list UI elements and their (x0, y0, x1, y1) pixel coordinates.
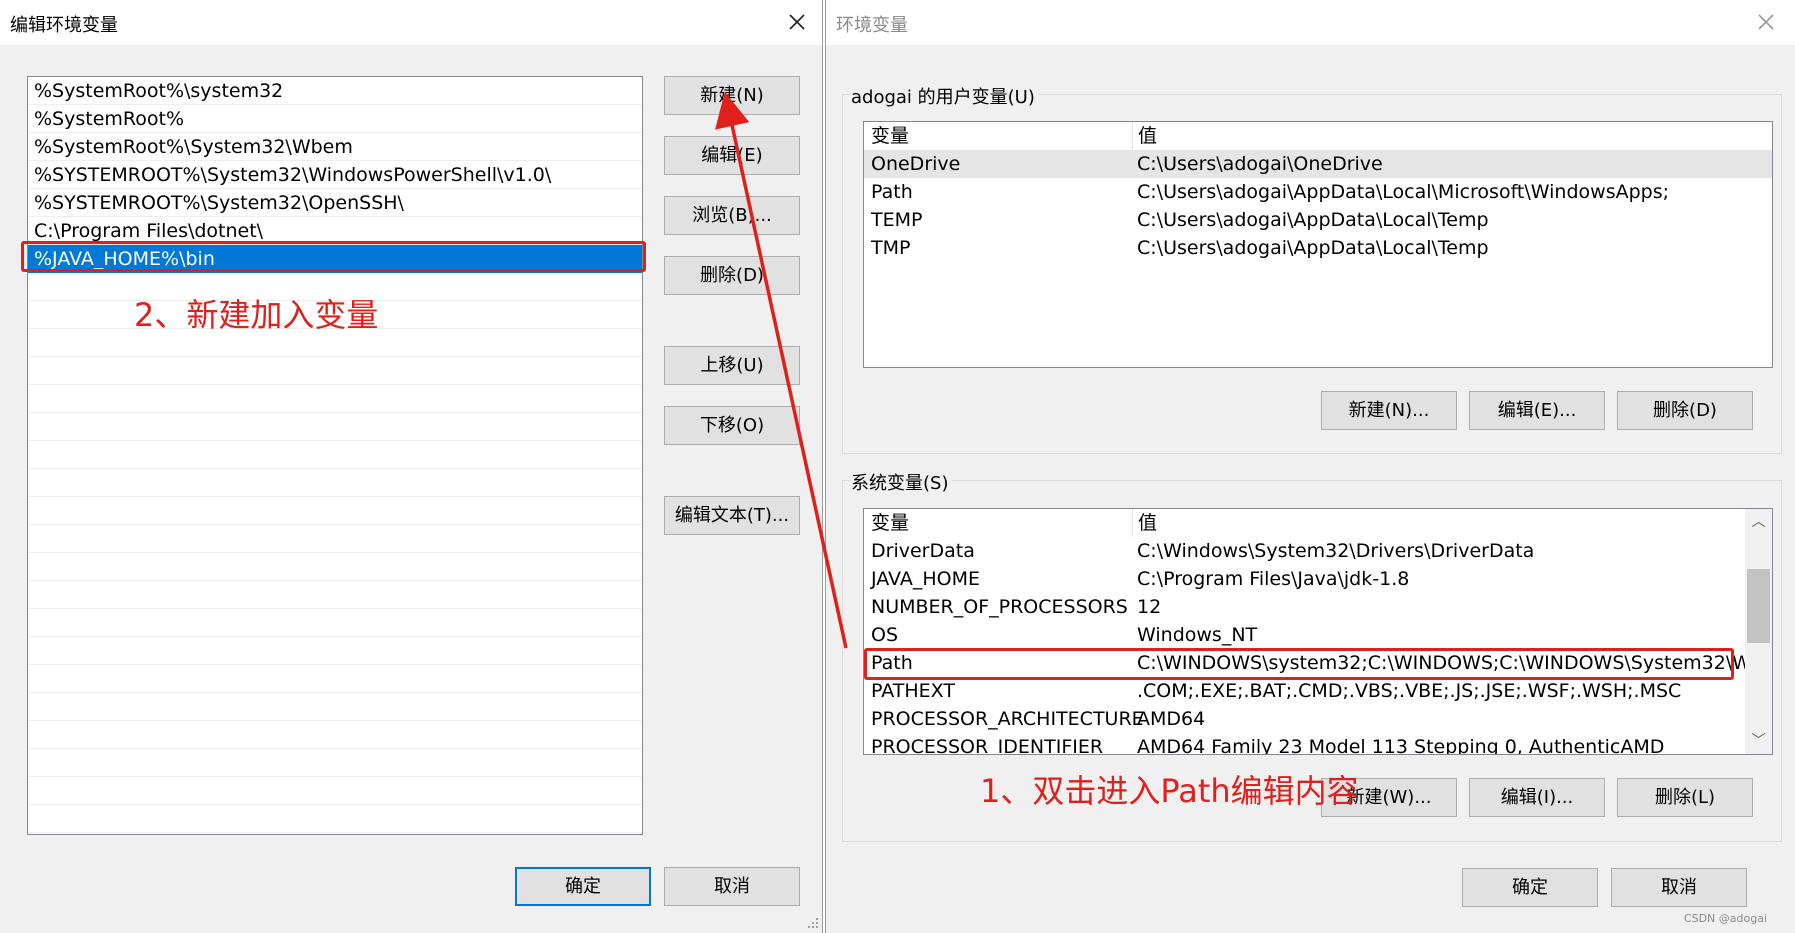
annotation-step1: 1、双击进入Path编辑内容 (980, 772, 1359, 810)
table-header: 变量 值 (864, 122, 1772, 150)
path-entry-list[interactable]: %SystemRoot%\system32 %SystemRoot% %System… (27, 76, 643, 835)
ok-button[interactable]: 确定 (1462, 868, 1598, 907)
list-item[interactable]: %SystemRoot%\System32\Wbem (28, 133, 642, 161)
system-vars-table[interactable]: 变量 值 DriverData C:\Windows\System32\Drive… (863, 508, 1773, 755)
var-value: AMD64 Family 23 Model 113 Stepping 0, Au… (1137, 736, 1665, 755)
empty-list-item[interactable] (28, 469, 642, 497)
edit-text-button[interactable]: 编辑文本(T)... (664, 496, 800, 535)
column-header-value: 值 (1132, 509, 1157, 537)
edit-env-var-dialog: 编辑环境变量 %SystemRoot%\system32 %SystemRoot%… (0, 0, 823, 933)
empty-list-item[interactable] (28, 693, 642, 721)
column-header-value: 值 (1132, 122, 1157, 150)
var-name: NUMBER_OF_PROCESSORS (871, 596, 1128, 618)
var-name: JAVA_HOME (871, 568, 980, 590)
edit-button[interactable]: 编辑(E) (664, 136, 800, 175)
system-vars-label: 系统变量(S) (851, 469, 953, 495)
empty-list-item[interactable] (28, 525, 642, 553)
close-icon[interactable] (1749, 6, 1783, 38)
var-value: C:\Users\adogai\AppData\Local\Temp (1137, 209, 1489, 231)
dialog-title: 编辑环境变量 (10, 15, 118, 36)
table-row[interactable]: OneDrive C:\Users\adogai\OneDrive (864, 150, 1772, 178)
highlight-java-home-entry (21, 241, 646, 272)
empty-list-item[interactable] (28, 665, 642, 693)
var-value: C:\Users\adogai\AppData\Local\Temp (1137, 237, 1489, 259)
var-value: .COM;.EXE;.BAT;.CMD;.VBS;.VBE;.JS;.JSE;.… (1137, 680, 1682, 702)
empty-list-item[interactable] (28, 413, 642, 441)
empty-list-item[interactable] (28, 385, 642, 413)
user-delete-button[interactable]: 删除(D) (1617, 391, 1753, 430)
user-vars-label: adogai 的用户变量(U) (851, 83, 1039, 109)
table-row[interactable]: Path C:\Users\adogai\AppData\Local\Micros… (864, 178, 1772, 206)
system-delete-button[interactable]: 删除(L) (1617, 778, 1753, 817)
empty-list-item[interactable] (28, 637, 642, 665)
var-value: C:\Users\adogai\AppData\Local\Microsoft\… (1137, 181, 1670, 203)
list-item[interactable]: %SYSTEMROOT%\System32\WindowsPowerShell\… (28, 161, 642, 189)
var-value: C:\Windows\System32\Drivers\DriverData (1137, 540, 1535, 562)
var-name: TEMP (871, 209, 923, 231)
delete-button[interactable]: 删除(D) (664, 256, 800, 295)
move-down-button[interactable]: 下移(O) (664, 406, 800, 445)
chevron-up-icon[interactable]: ︿ (1745, 509, 1772, 535)
list-item[interactable]: %SYSTEMROOT%\System32\OpenSSH\ (28, 189, 642, 217)
empty-list-item[interactable] (28, 581, 642, 609)
list-item[interactable]: %SystemRoot% (28, 105, 642, 133)
system-edit-button[interactable]: 编辑(I)... (1469, 778, 1605, 817)
empty-list-item[interactable] (28, 805, 642, 833)
table-row[interactable]: TMP C:\Users\adogai\AppData\Local\Temp (864, 234, 1772, 262)
table-row[interactable]: PROCESSOR_IDENTIFIER AMD64 Family 23 Mode… (864, 733, 1772, 755)
var-name: Path (871, 181, 913, 203)
table-row[interactable]: NUMBER_OF_PROCESSORS 12 (864, 593, 1772, 621)
user-new-button[interactable]: 新建(N)... (1321, 391, 1457, 430)
empty-list-item[interactable] (28, 609, 642, 637)
var-name: OneDrive (871, 153, 961, 175)
var-name: PATHEXT (871, 680, 955, 702)
new-button[interactable]: 新建(N) (664, 76, 800, 115)
list-item[interactable]: %SystemRoot%\system32 (28, 77, 642, 105)
var-name: TMP (871, 237, 911, 259)
vertical-scrollbar[interactable]: ︿ ﹀ (1745, 509, 1772, 754)
watermark: CSDN @adogai (1683, 912, 1767, 925)
var-name: DriverData (871, 540, 975, 562)
var-name: PROCESSOR_ARCHITECTURE (871, 708, 1144, 730)
cancel-button[interactable]: 取消 (1611, 868, 1747, 907)
table-row[interactable]: PATHEXT .COM;.EXE;.BAT;.CMD;.VBS;.VBE;.JS… (864, 677, 1772, 705)
table-row[interactable]: OS Windows_NT (864, 621, 1772, 649)
ok-button[interactable]: 确定 (515, 867, 651, 906)
empty-list-item[interactable] (28, 777, 642, 805)
cancel-button[interactable]: 取消 (664, 867, 800, 906)
column-header-name: 变量 (871, 125, 910, 147)
chevron-down-icon[interactable]: ﹀ (1745, 728, 1772, 754)
table-row[interactable]: JAVA_HOME C:\Program Files\Java\jdk-1.8 (864, 565, 1772, 593)
table-row[interactable]: DriverData C:\Windows\System32\Drivers\Dr… (864, 537, 1772, 565)
column-header-name: 变量 (871, 512, 910, 534)
close-icon[interactable] (780, 6, 814, 38)
empty-list-item[interactable] (28, 553, 642, 581)
title-bar: 编辑环境变量 (0, 0, 822, 45)
var-value: 12 (1137, 596, 1162, 618)
var-value: Windows_NT (1137, 624, 1258, 646)
var-value: AMD64 (1137, 708, 1206, 730)
empty-list-item[interactable] (28, 441, 642, 469)
user-edit-button[interactable]: 编辑(E)... (1469, 391, 1605, 430)
title-bar: 环境变量 (826, 0, 1795, 45)
annotation-step2: 2、新建加入变量 (134, 296, 379, 334)
var-name: OS (871, 624, 899, 646)
move-up-button[interactable]: 上移(U) (664, 346, 800, 385)
empty-list-item[interactable] (28, 357, 642, 385)
empty-list-item[interactable] (28, 749, 642, 777)
table-row[interactable]: PROCESSOR_ARCHITECTURE AMD64 (864, 705, 1772, 733)
resize-grip-icon[interactable] (806, 916, 820, 930)
empty-list-item[interactable] (28, 497, 642, 525)
highlight-path-row (864, 648, 1734, 680)
browse-button[interactable]: 浏览(B)... (664, 196, 800, 235)
scroll-thumb[interactable] (1747, 569, 1770, 643)
user-vars-table[interactable]: 变量 值 OneDrive C:\Users\adogai\OneDrive Pat… (863, 121, 1773, 368)
var-value: C:\Users\adogai\OneDrive (1137, 153, 1383, 175)
dialog-title: 环境变量 (836, 15, 908, 36)
var-name: PROCESSOR_IDENTIFIER (871, 736, 1104, 755)
empty-list-item[interactable] (28, 721, 642, 749)
var-value: C:\Program Files\Java\jdk-1.8 (1137, 568, 1410, 590)
table-row[interactable]: TEMP C:\Users\adogai\AppData\Local\Temp (864, 206, 1772, 234)
table-header: 变量 值 (864, 509, 1772, 537)
